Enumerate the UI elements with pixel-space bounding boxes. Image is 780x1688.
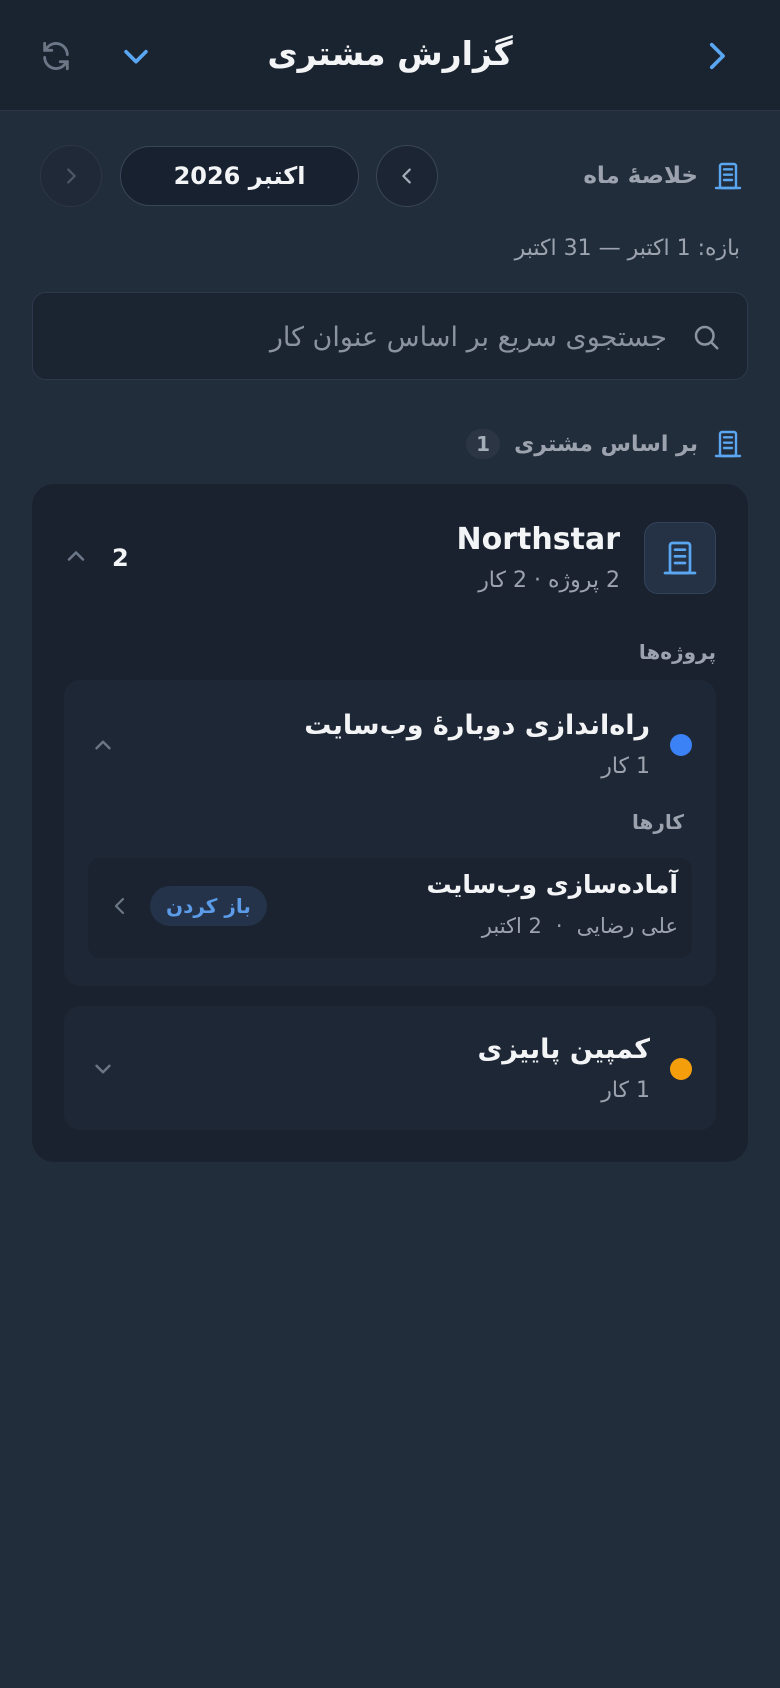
project-expand-toggle[interactable] (90, 1056, 116, 1082)
client-collapse-toggle[interactable] (62, 542, 90, 570)
project-card[interactable]: کمپین پاییزی 1 کار (64, 1006, 716, 1130)
task-open-chevron[interactable] (108, 894, 132, 918)
chevron-up-icon (67, 551, 85, 561)
chevron-up-icon (95, 740, 111, 750)
month-summary-heading: خلاصهٔ ماه (583, 160, 744, 192)
chevron-down-icon (95, 1064, 111, 1074)
chevron-right-icon (67, 168, 76, 184)
date-range: بازه: 1 اکتبر — 31 اکتبر (514, 236, 740, 261)
by-client-label: بر اساس مشتری (514, 431, 698, 457)
client-card: Northstar 2 پروژه · 2 کار 2 پروژه‌ها راه… (32, 484, 748, 1162)
building-icon (714, 162, 742, 190)
task-row[interactable]: آماده‌سازی وب‌سایت علی رضایی · 2 اکتبر ب… (88, 858, 692, 958)
project-meta: 1 کار (601, 754, 650, 779)
task-title: آماده‌سازی وب‌سایت (426, 870, 679, 899)
chevron-right-icon (709, 42, 725, 70)
project-collapse-toggle[interactable] (90, 732, 116, 758)
task-meta-separator: · (555, 914, 563, 938)
project-card[interactable]: راه‌اندازی دوبارهٔ وب‌سایت 1 کار کارها آ… (64, 680, 716, 986)
building-icon (714, 430, 742, 458)
back-button[interactable] (696, 36, 736, 76)
open-task-button[interactable]: باز کردن (150, 886, 267, 926)
building-icon (663, 541, 697, 575)
client-count-badge: 1 (466, 429, 501, 459)
search-input[interactable] (87, 313, 667, 361)
client-name: Northstar (456, 522, 620, 557)
task-assignee: علی رضایی (576, 914, 678, 938)
by-client-heading: بر اساس مشتری 1 (466, 428, 744, 460)
app-header: گزارش مشتری (0, 0, 780, 111)
project-title: راه‌اندازی دوبارهٔ وب‌سایت (304, 710, 650, 741)
client-avatar (644, 522, 716, 594)
chevron-left-icon (402, 168, 411, 184)
task-meta: علی رضایی · 2 اکتبر (482, 914, 678, 938)
page-title: گزارش مشتری (267, 34, 513, 73)
project-title: کمپین پاییزی (477, 1034, 650, 1065)
month-summary-label: خلاصهٔ ماه (583, 163, 698, 189)
client-meta: 2 پروژه · 2 کار (478, 568, 620, 593)
projects-label: پروژه‌ها (638, 640, 716, 664)
tasks-label: کارها (631, 810, 684, 834)
project-color-dot (670, 1058, 692, 1080)
previous-month-button[interactable] (376, 145, 438, 207)
search-box[interactable] (32, 292, 748, 380)
search-icon (694, 325, 719, 350)
month-selector[interactable]: اکتبر 2026 (120, 146, 359, 206)
task-date: 2 اکتبر (481, 914, 542, 938)
next-month-button[interactable] (40, 145, 102, 207)
client-total: 2 (112, 544, 129, 572)
chevron-left-icon (114, 897, 125, 915)
project-meta: 1 کار (601, 1078, 650, 1103)
project-color-dot (670, 734, 692, 756)
